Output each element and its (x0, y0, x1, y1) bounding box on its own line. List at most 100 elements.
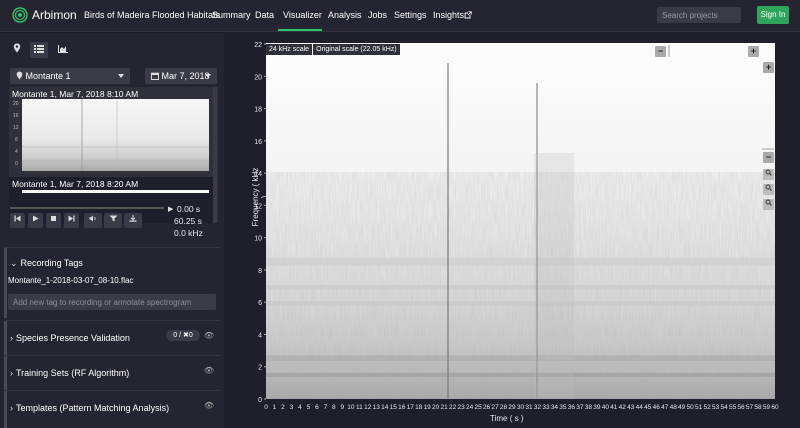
search-projects-input[interactable] (657, 7, 741, 23)
nav-analysis[interactable]: Analysis (328, 10, 362, 20)
map-marker-button[interactable] (8, 42, 26, 58)
map-marker-icon (16, 71, 23, 80)
stop-icon (51, 216, 56, 221)
scale-original-badge[interactable]: Original scale (22.05 kHz) (313, 44, 400, 55)
thumb-ytick: 16 (13, 113, 19, 119)
nav-jobs[interactable]: Jobs (368, 10, 387, 20)
magnify-button[interactable] (763, 169, 774, 180)
templates-label: Templates (Pattern Matching Analysis) (16, 403, 170, 413)
recording-title[interactable]: Montante 1, Mar 7, 2018 8:10 AM (12, 89, 138, 99)
add-tag-input[interactable] (8, 294, 216, 310)
templates-section: › Templates (Pattern Matching Analysis) 👁 (4, 390, 220, 428)
scale-badges: 24 kHz scale Original scale (22.05 kHz) (266, 44, 401, 55)
download-icon (129, 215, 137, 222)
chevron-right-icon: › (10, 403, 13, 413)
recording-tags-label: Recording Tags (20, 258, 83, 268)
play-position-icon: ▶ (168, 206, 174, 213)
zoom-out-x-button[interactable]: − (655, 46, 666, 57)
tag-filename: Montante_1-2018-03-07_08-10.flac (8, 276, 134, 285)
training-sets-label: Training Sets (RF Algorithm) (16, 368, 130, 378)
play-icon (33, 215, 39, 222)
filter-icon (109, 215, 117, 222)
site-select-value: Montante 1 (25, 71, 71, 81)
section-accent-bar (4, 321, 7, 355)
recording-thumbnail[interactable]: 20 16 12 8 4 0 (13, 99, 209, 171)
zoom-out-y-button[interactable]: − (763, 152, 774, 163)
section-accent-bar (4, 356, 7, 390)
magnify-button[interactable] (763, 184, 774, 195)
site-select[interactable]: Montante 1 (10, 68, 130, 84)
section-accent-bar (4, 248, 7, 318)
thumb-ytick: 12 (13, 125, 19, 131)
zoom-in-x-button[interactable]: + (748, 46, 759, 57)
spectrogram-image (266, 43, 775, 399)
date-select-value: Mar 7, 2018 (161, 71, 210, 81)
external-link-icon (464, 11, 472, 19)
thumb-ytick: 20 (13, 101, 19, 107)
nav-visualizer[interactable]: Visualizer (283, 10, 322, 20)
list-view-button[interactable] (30, 42, 48, 58)
eye-icon[interactable]: 👁 (204, 401, 214, 410)
thumb-ytick: 8 (15, 137, 18, 143)
nav-summary[interactable]: Summary (212, 10, 251, 20)
frequency-readout: 0.0 kHz (174, 228, 203, 238)
species-validation-header[interactable]: › Species Presence Validation (10, 333, 130, 343)
recording-title[interactable]: Montante 1, Mar 7, 2018 8:20 AM (12, 179, 138, 189)
chart-view-button[interactable] (54, 42, 72, 58)
list-icon (34, 45, 44, 53)
nav-settings[interactable]: Settings (394, 10, 427, 20)
skip-back-button[interactable] (10, 213, 25, 228)
magnify-icon (765, 184, 772, 191)
recording-tags-header[interactable]: ⌄ Recording Tags (10, 258, 83, 269)
validation-count-badge: 0 / ✖0 (166, 330, 200, 341)
magnify-button[interactable] (763, 199, 774, 210)
magnify-icon (765, 199, 772, 206)
calendar-icon (151, 72, 159, 81)
date-select[interactable]: Mar 7, 2018 (145, 68, 217, 84)
top-navbar: Arbimon Birds of Madeira Flooded Habitat… (0, 0, 800, 32)
app-name[interactable]: Arbimon (32, 8, 77, 22)
duration-readout: 60.25 s (174, 216, 202, 226)
x-axis-label: Time ( s ) (490, 414, 524, 423)
audio-player: ▶ 0.00 s 60.25 s 0.0 kHz (4, 203, 220, 241)
filter-button[interactable] (104, 213, 122, 228)
eye-icon[interactable]: 👁 (204, 331, 214, 340)
section-accent-bar (4, 391, 7, 428)
seek-bar[interactable] (10, 207, 164, 209)
map-marker-icon (13, 43, 21, 53)
skip-forward-icon (68, 215, 75, 222)
x-zoom-slider-handle[interactable] (668, 45, 670, 57)
arbimon-logo-icon[interactable] (12, 7, 28, 23)
sign-in-button[interactable]: Sign In (757, 6, 789, 24)
templates-header[interactable]: › Templates (Pattern Matching Analysis) (10, 403, 169, 413)
training-sets-section: › Training Sets (RF Algorithm) 👁 (4, 355, 220, 390)
chevron-right-icon: › (10, 333, 13, 343)
skip-forward-button[interactable] (64, 213, 79, 228)
magnify-icon (765, 169, 772, 176)
eye-icon[interactable]: 👁 (204, 366, 214, 375)
active-nav-indicator (278, 29, 322, 31)
y-zoom-slider-handle[interactable] (762, 148, 774, 150)
nav-data[interactable]: Data (255, 10, 274, 20)
chevron-down-icon: ⌄ (10, 258, 18, 268)
training-sets-header[interactable]: › Training Sets (RF Algorithm) (10, 368, 129, 378)
spectrogram[interactable] (266, 43, 775, 399)
zoom-in-y-button[interactable]: + (763, 62, 774, 73)
volume-button[interactable] (84, 213, 102, 228)
stop-button[interactable] (46, 213, 61, 228)
recording-thumbnail[interactable] (22, 190, 209, 193)
download-button[interactable] (124, 213, 142, 228)
chevron-down-icon (205, 74, 211, 78)
scale-24khz-badge[interactable]: 24 kHz scale (266, 44, 313, 55)
chevron-right-icon: › (10, 368, 13, 378)
species-validation-label: Species Presence Validation (16, 333, 130, 343)
thumbnail-spectrogram (22, 99, 209, 171)
chart-icon (58, 45, 68, 53)
thumb-ytick: 0 (15, 161, 18, 167)
project-name[interactable]: Birds of Madeira Flooded Habitats (84, 10, 220, 20)
skip-back-icon (14, 215, 21, 222)
current-time-readout: 0.00 s (177, 204, 201, 214)
play-button[interactable] (28, 213, 43, 228)
nav-insights[interactable]: Insights (433, 10, 464, 20)
thumb-ytick: 4 (15, 149, 18, 155)
